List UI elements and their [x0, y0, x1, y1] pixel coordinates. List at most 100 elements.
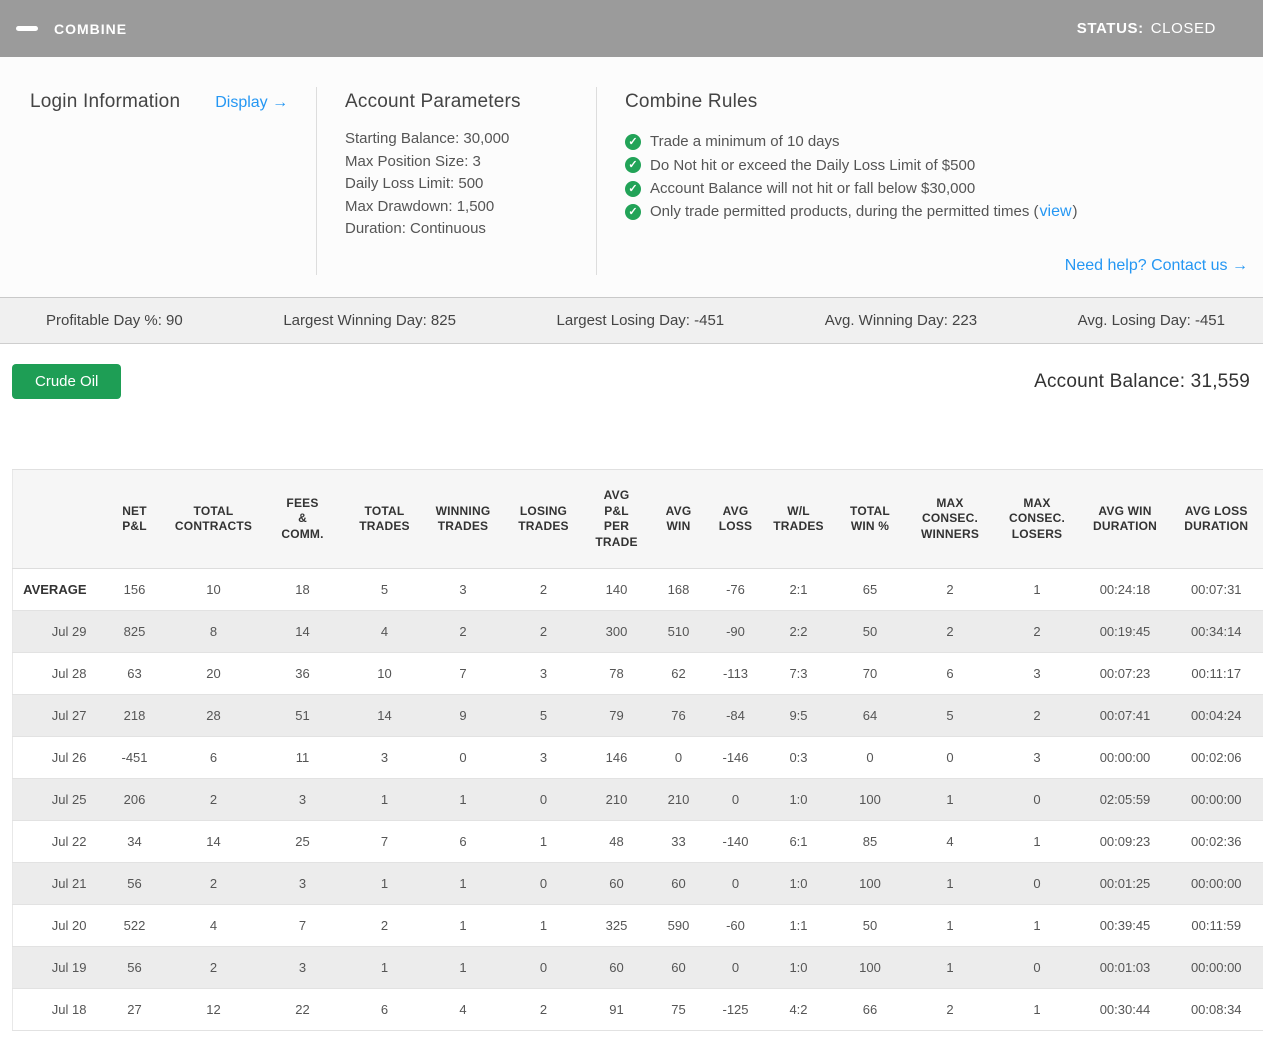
cell: 1	[422, 904, 504, 947]
cell: 62	[649, 652, 708, 695]
cell: 6	[168, 736, 259, 779]
row-label: Jul 19	[12, 946, 101, 989]
parameter-line: Starting Balance: 30,000	[345, 130, 510, 147]
cell: 2	[168, 778, 259, 821]
combine-rule: ✓ Only trade permitted products, during t…	[625, 201, 1249, 225]
cell: 1:1	[763, 904, 834, 947]
cell: 48	[583, 820, 650, 863]
cell: 4	[906, 820, 994, 863]
column-header-max-consec-losers: MAX CONSEC. LOSERS	[993, 469, 1081, 569]
cell: 27	[100, 988, 169, 1031]
account-balance: Account Balance: 31,559	[1034, 371, 1250, 393]
row-label: Jul 22	[12, 820, 101, 863]
cell: 85	[833, 820, 907, 863]
cell: 2:1	[763, 568, 834, 611]
row-label: Jul 21	[12, 862, 101, 905]
column-header-fees-comm: FEES & COMM.	[258, 469, 347, 569]
row-label: Jul 28	[12, 652, 101, 695]
cell: 1:0	[763, 946, 834, 989]
cell: 1	[993, 568, 1081, 611]
status-value: CLOSED	[1150, 19, 1216, 37]
cell: 7	[258, 904, 347, 947]
cell: 218	[100, 694, 169, 737]
view-link[interactable]: view	[1040, 203, 1072, 220]
cell: 3	[346, 736, 423, 779]
cell: 825	[100, 610, 169, 653]
cell: -125	[707, 988, 764, 1031]
cell: 1	[422, 946, 504, 989]
row-label: Jul 18	[12, 988, 101, 1031]
check-icon: ✓	[625, 157, 641, 174]
cell: 00:01:03	[1080, 946, 1170, 989]
combine-rules-section: Combine Rules ✓ Trade a minimum of 10 day…	[597, 87, 1263, 275]
cell: 5	[346, 568, 423, 611]
cell: 00:34:14	[1169, 610, 1263, 653]
stat-item: Profitable Day %: 90	[46, 312, 183, 329]
cell: 1	[346, 946, 423, 989]
table-row: Jul 28 63 20 36 10 7 3 78 62 -113 7:3 70 6 3 00:07:23 0…	[12, 652, 1263, 695]
cell: 100	[833, 946, 907, 989]
cell: 1	[993, 988, 1081, 1031]
cell: 5	[906, 694, 994, 737]
daily-performance-table: NET P&L TOTAL CONTRACTS FEES & COMM. TOTAL TRADE…	[12, 469, 1263, 1031]
daily-stats-bar: Profitable Day %: 90 Largest Winning Day:…	[0, 297, 1263, 344]
cell: 6:1	[763, 820, 834, 863]
cell: 3	[258, 946, 347, 989]
info-panel: Login Information Display → Account Para…	[0, 57, 1263, 297]
cell: 210	[583, 778, 650, 821]
cell: 100	[833, 862, 907, 905]
table-row: Jul 21 56 2 3 1 1 0 60 60 0 1:0 100 1 0 00:01:25 00:00:…	[12, 862, 1263, 905]
row-label-header	[12, 469, 101, 569]
cell: 00:02:36	[1169, 820, 1263, 863]
combine-rule: ✓ Trade a minimum of 10 days	[625, 130, 1249, 154]
display-link[interactable]: Display →	[215, 94, 288, 112]
cell: 1	[906, 904, 994, 947]
cell: -451	[100, 736, 169, 779]
cell: 1	[503, 904, 584, 947]
cell: 2	[346, 904, 423, 947]
cell: 10	[346, 652, 423, 695]
stat-item: Avg. Losing Day: -451	[1077, 312, 1225, 329]
combine-rules-list: ✓ Trade a minimum of 10 days ✓ Do Not hit o…	[625, 130, 1249, 224]
cell: 56	[100, 946, 169, 989]
cell: 14	[258, 610, 347, 653]
cell: 56	[100, 862, 169, 905]
daily-performance-table-wrap: NET P&L TOTAL CONTRACTS FEES & COMM. TOTAL TRADE…	[12, 469, 1263, 1031]
table-row: AVERAGE 156 10 18 5 3 2 140 168 -76 2:1 65 2 1 00:24:1…	[12, 568, 1263, 611]
cell: 2	[503, 568, 584, 611]
column-header-total-contracts: TOTAL CONTRACTS	[168, 469, 259, 569]
help-row: Need help? Contact us →	[625, 257, 1249, 275]
table-row: Jul 20 522 4 7 2 1 1 325 590 -60 1:1 50 1 1 00:39:45 00…	[12, 904, 1263, 947]
cell: 00:11:17	[1169, 652, 1263, 695]
parameter-line: Max Drawdown: 1,500	[345, 197, 495, 215]
contact-us-link[interactable]: Need help? Contact us →	[1065, 257, 1248, 274]
cell: 4	[346, 610, 423, 653]
column-header-wl-trades: W/L TRADES	[763, 469, 834, 569]
cell: 20	[168, 652, 259, 695]
cell: 7	[422, 652, 504, 695]
cell: 3	[422, 568, 504, 611]
collapse-icon[interactable]	[16, 26, 38, 31]
cell: 00:09:23	[1080, 820, 1170, 863]
table-row: Jul 29 825 8 14 4 2 2 300 510 -90 2:2 50 2 2 00:19:45 0…	[12, 610, 1263, 653]
cell: 2	[993, 694, 1081, 737]
table-row: Jul 19 56 2 3 1 1 0 60 60 0 1:0 100 1 0 00:01:03 00:00:…	[12, 946, 1263, 989]
crude-oil-product-button[interactable]: Crude Oil	[12, 364, 122, 399]
cell: 4:2	[763, 988, 834, 1031]
cell: -84	[707, 694, 764, 737]
cell: 00:00:00	[1080, 736, 1170, 779]
cell: 36	[258, 652, 347, 695]
account-parameters-title: Account Parameters	[345, 91, 521, 112]
cell: 1	[346, 862, 423, 905]
combine-rule: ✓ Account Balance will not hit or fall be…	[625, 177, 1249, 201]
table-row: Jul 25 206 2 3 1 1 0 210 210 0 1:0 100 1 0 02:05:59 00:…	[12, 778, 1263, 821]
cell: 0	[993, 946, 1081, 989]
stat-item: Largest Winning Day: 825	[283, 312, 456, 329]
cell: 1:0	[763, 778, 834, 821]
column-header-avg-win-duration: AVG WIN DURATION	[1080, 469, 1170, 569]
table-header-row: NET P&L TOTAL CONTRACTS FEES & COMM. TOTAL TRADE…	[12, 469, 1263, 569]
titlebar-left: COMBINE	[16, 21, 127, 37]
cell: 2	[993, 610, 1081, 653]
column-header-avg-loss: AVG LOSS	[707, 469, 764, 569]
window-titlebar: COMBINE STATUS: CLOSED	[0, 0, 1263, 57]
